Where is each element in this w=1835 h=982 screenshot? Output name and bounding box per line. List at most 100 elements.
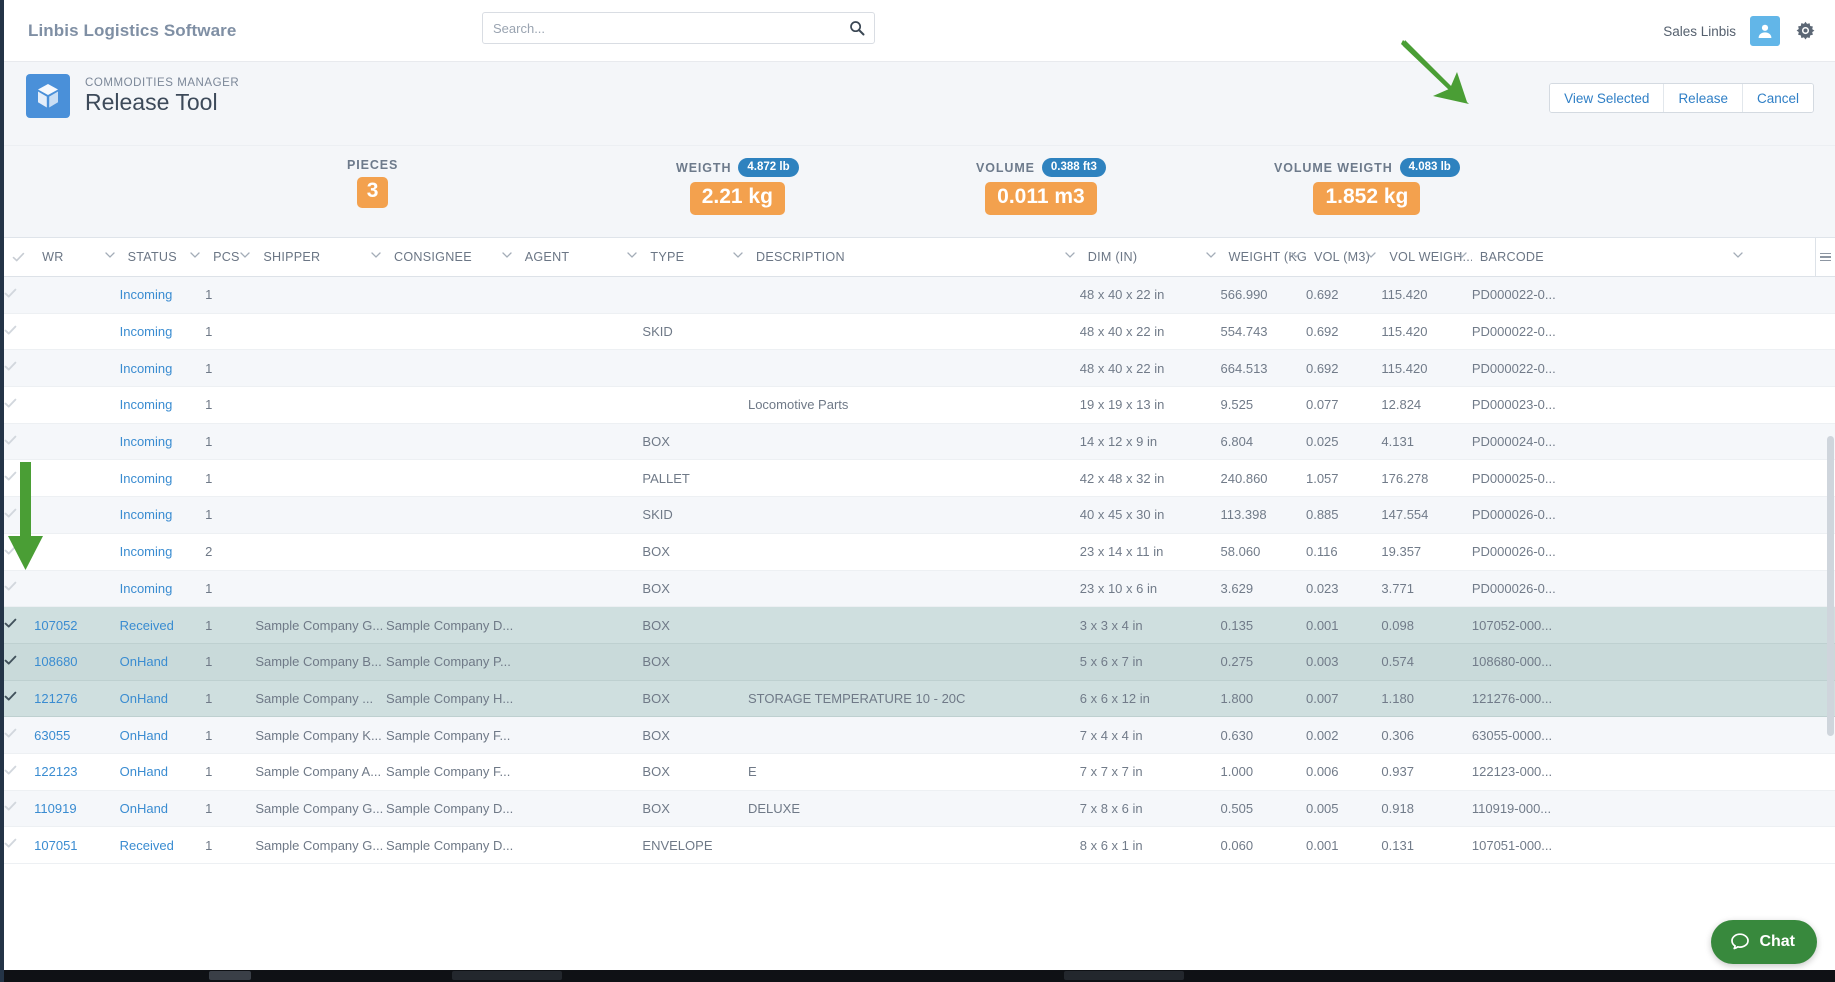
column-header-dim[interactable]: DIM (IN) — [1079, 238, 1221, 277]
column-header-vol[interactable]: VOL (M3) — [1305, 238, 1382, 277]
cell-wr[interactable]: 121276 — [34, 680, 120, 718]
cell-wr[interactable]: 122123 — [34, 753, 120, 791]
status-link[interactable]: Incoming — [120, 544, 173, 559]
cell-wr[interactable] — [34, 459, 120, 498]
wr-link[interactable]: 107051 — [34, 838, 77, 853]
chevron-down-icon[interactable] — [1732, 249, 1744, 261]
avatar[interactable] — [1750, 16, 1780, 46]
cell-wr[interactable]: 110919 — [34, 790, 120, 828]
cell-status[interactable]: OnHand — [119, 753, 206, 791]
cell-status[interactable]: Incoming — [119, 276, 206, 314]
row-select-cell[interactable] — [4, 459, 35, 498]
cell-wr[interactable]: 107052 — [34, 606, 120, 644]
wr-link[interactable]: 108680 — [34, 654, 77, 669]
row-checkbox[interactable] — [4, 580, 17, 593]
chevron-down-icon[interactable] — [1290, 249, 1302, 261]
row-select-cell[interactable] — [4, 606, 35, 644]
cell-wr[interactable] — [34, 496, 120, 534]
table-row[interactable]: 63055 OnHand 1 Sample Company K... Sample Co… — [4, 716, 1835, 754]
status-link[interactable]: Incoming — [120, 361, 173, 376]
chevron-down-icon[interactable] — [732, 249, 744, 261]
search-input[interactable] — [483, 13, 840, 43]
table-row[interactable]: 107052 Received 1 Sample Company G... Sample… — [4, 606, 1835, 644]
cell-wr[interactable] — [34, 313, 120, 351]
grid-options-button[interactable] — [1815, 238, 1835, 276]
search-button[interactable] — [840, 13, 874, 43]
cell-status[interactable]: Incoming — [119, 459, 206, 498]
row-select-cell[interactable] — [4, 533, 35, 571]
row-select-cell[interactable] — [4, 826, 35, 864]
row-checkbox[interactable] — [4, 654, 17, 667]
chevron-down-icon[interactable] — [189, 249, 201, 261]
wr-link[interactable]: 122123 — [34, 764, 77, 779]
cell-status[interactable]: OnHand — [119, 790, 206, 828]
row-select-cell[interactable] — [4, 643, 35, 681]
status-link[interactable]: Received — [120, 838, 174, 853]
status-link[interactable]: OnHand — [120, 801, 168, 816]
table-row[interactable]: 122123 OnHand 1 Sample Company A... Sample C… — [4, 753, 1835, 791]
row-checkbox[interactable] — [4, 544, 17, 557]
cell-status[interactable]: Incoming — [119, 386, 206, 424]
cell-status[interactable]: Incoming — [119, 496, 206, 534]
chevron-down-icon[interactable] — [239, 249, 251, 261]
row-select-cell[interactable] — [4, 386, 35, 424]
chevron-down-icon[interactable] — [1365, 249, 1377, 261]
cell-status[interactable]: Incoming — [119, 570, 206, 608]
table-row[interactable]: Incoming 1 PALLET 42 x 48 x 32 in 240.860 1.0… — [4, 459, 1835, 498]
row-select-cell[interactable] — [4, 716, 35, 754]
status-link[interactable]: Incoming — [120, 324, 173, 339]
row-select-cell[interactable] — [4, 349, 35, 388]
cell-wr[interactable]: 63055 — [34, 716, 120, 754]
wr-link[interactable]: 63055 — [34, 728, 70, 743]
chevron-down-icon[interactable] — [1205, 249, 1217, 261]
wr-link[interactable]: 121276 — [34, 691, 77, 706]
status-link[interactable]: OnHand — [120, 764, 168, 779]
column-header-shipper[interactable]: SHIPPER — [255, 238, 387, 277]
row-checkbox[interactable] — [4, 287, 17, 300]
chevron-down-icon[interactable] — [1064, 249, 1076, 261]
status-link[interactable]: OnHand — [120, 654, 168, 669]
chevron-down-icon[interactable] — [370, 249, 382, 261]
row-select-cell[interactable] — [4, 496, 35, 534]
column-header-pcs[interactable]: PCS — [205, 238, 256, 277]
column-header-description[interactable]: DESCRIPTION — [747, 238, 1080, 277]
cell-status[interactable]: Received — [119, 606, 206, 644]
cancel-button[interactable]: Cancel — [1742, 84, 1813, 112]
column-header-barcode[interactable]: BARCODE — [1471, 238, 1749, 277]
table-row[interactable]: Incoming 1 BOX 23 x 10 x 6 in 3.629 0.023 3.77… — [4, 570, 1835, 608]
scrollbar-thumb[interactable] — [1827, 436, 1834, 736]
status-link[interactable]: Incoming — [120, 287, 173, 302]
cell-wr[interactable] — [34, 533, 120, 571]
row-checkbox[interactable] — [4, 764, 17, 777]
table-row[interactable]: 110919 OnHand 1 Sample Company G... Sample C… — [4, 790, 1835, 828]
chevron-down-icon[interactable] — [626, 249, 638, 261]
status-link[interactable]: Incoming — [120, 581, 173, 596]
row-select-cell[interactable] — [4, 753, 35, 791]
table-row[interactable]: 108680 OnHand 1 Sample Company B... Sample C… — [4, 643, 1835, 681]
wr-link[interactable]: 107052 — [34, 618, 77, 633]
row-checkbox[interactable] — [4, 470, 17, 483]
cell-wr[interactable]: 108680 — [34, 643, 120, 681]
status-link[interactable]: Incoming — [120, 397, 173, 412]
release-button[interactable]: Release — [1664, 84, 1743, 112]
column-header-agent[interactable]: AGENT — [516, 238, 643, 277]
column-header-vol-weight[interactable]: VOL WEIGH... — [1381, 238, 1472, 277]
row-select-cell[interactable] — [4, 276, 35, 314]
column-header-type[interactable]: TYPE — [642, 238, 748, 277]
chevron-down-icon[interactable] — [104, 249, 116, 261]
cell-status[interactable]: Incoming — [119, 349, 206, 388]
row-checkbox[interactable] — [4, 690, 17, 703]
row-checkbox[interactable] — [4, 837, 17, 850]
cell-status[interactable]: OnHand — [119, 643, 206, 681]
select-all-header[interactable] — [4, 238, 35, 277]
status-link[interactable]: OnHand — [120, 691, 168, 706]
row-checkbox[interactable] — [4, 397, 17, 410]
wr-link[interactable]: 110919 — [34, 801, 76, 816]
cell-wr[interactable] — [34, 349, 120, 388]
cell-wr[interactable] — [34, 386, 120, 424]
cell-wr[interactable] — [34, 423, 120, 461]
chevron-down-icon[interactable] — [1456, 249, 1468, 261]
chat-widget-button[interactable]: Chat — [1711, 920, 1817, 964]
status-link[interactable]: OnHand — [120, 728, 168, 743]
cell-status[interactable]: Incoming — [119, 533, 206, 571]
